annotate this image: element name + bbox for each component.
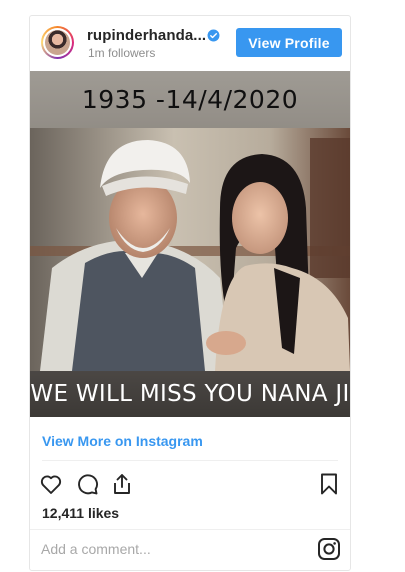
heart-icon	[40, 475, 62, 494]
share-icon	[114, 474, 130, 494]
like-button[interactable]	[38, 471, 64, 497]
banner-top-text: 1935 -14/4/2020	[81, 85, 299, 114]
comment-button[interactable]	[74, 471, 100, 497]
username[interactable]: rupinderhanda...	[87, 27, 206, 44]
post-media[interactable]: 1935 -14/4/2020 WE WILL MISS YOU NANA JI	[30, 71, 350, 417]
like-count: 12,411 likes	[42, 505, 120, 521]
bookmark-icon	[321, 473, 337, 495]
instagram-embed-card: rupinderhanda... 1m followers View Profi…	[29, 15, 351, 571]
divider	[42, 460, 338, 461]
instagram-icon[interactable]	[317, 537, 341, 561]
banner-bottom: WE WILL MISS YOU NANA JI	[30, 371, 350, 417]
save-button[interactable]	[316, 471, 342, 497]
banner-top: 1935 -14/4/2020	[30, 71, 350, 128]
follower-count: 1m followers	[88, 46, 156, 60]
divider	[30, 529, 350, 530]
avatar[interactable]	[41, 26, 74, 59]
banner-bottom-text: WE WILL MISS YOU NANA JI	[30, 381, 350, 407]
action-bar	[30, 468, 350, 502]
comment-icon	[78, 474, 98, 495]
comment-input[interactable]: Add a comment...	[41, 541, 151, 557]
post-photo	[30, 128, 350, 371]
post-header: rupinderhanda... 1m followers View Profi…	[30, 16, 350, 70]
view-more-link[interactable]: View More on Instagram	[42, 433, 203, 449]
verified-badge-icon	[207, 29, 220, 42]
view-profile-button[interactable]: View Profile	[236, 28, 342, 57]
share-button[interactable]	[109, 471, 135, 497]
avatar-image	[45, 30, 70, 55]
